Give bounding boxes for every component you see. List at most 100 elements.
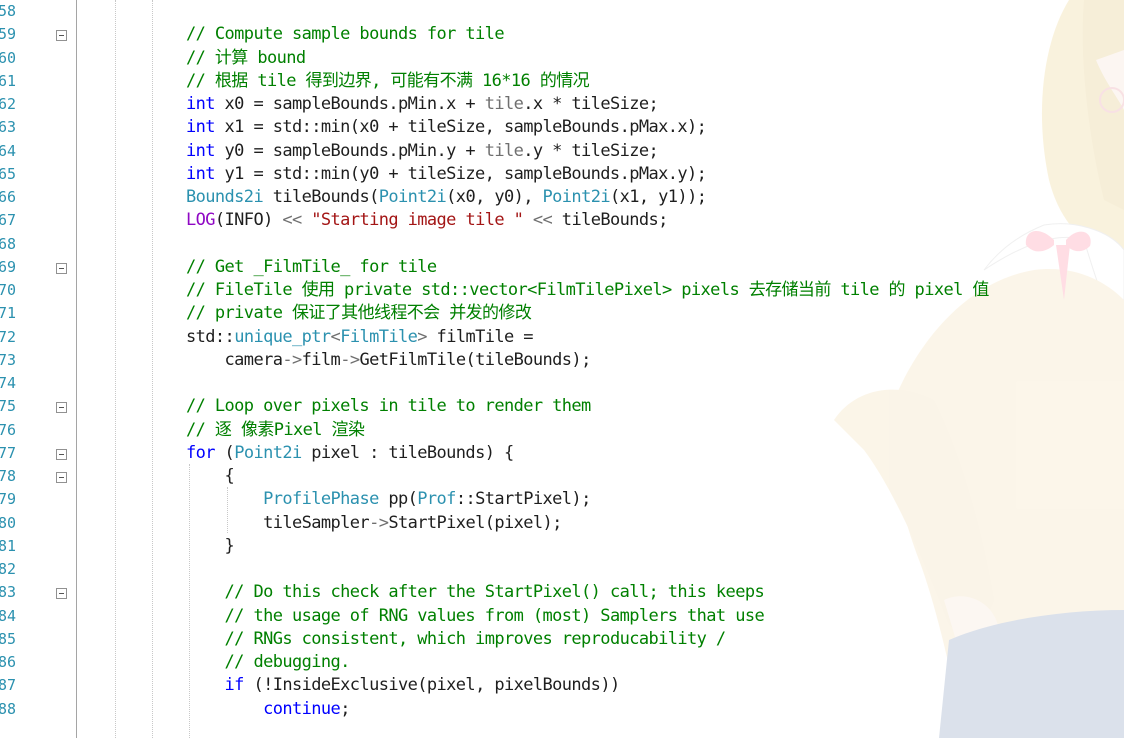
code-token: ; bbox=[340, 698, 350, 719]
code-token: Prof bbox=[417, 489, 456, 510]
code-token: -> bbox=[369, 512, 389, 533]
line-number: 72 bbox=[0, 327, 17, 346]
code-token: (x0, y0), bbox=[446, 187, 543, 207]
code-line[interactable]: std::unique_ptr<FilmTile> filmTile = bbox=[186, 326, 534, 349]
line-number: 66 bbox=[0, 188, 17, 206]
line-number: 65 bbox=[0, 164, 17, 183]
code-token: < bbox=[330, 326, 341, 347]
line-number: 81 bbox=[0, 536, 17, 555]
code-line[interactable]: camera->film->GetFilmTile(tileBounds); bbox=[186, 349, 592, 372]
collapse-icon[interactable] bbox=[56, 448, 67, 460]
code-line[interactable]: { bbox=[186, 465, 235, 488]
code-token: // Get _FilmTile_ for tile bbox=[186, 256, 437, 277]
line-number: 77 bbox=[0, 443, 17, 462]
collapse-icon[interactable] bbox=[56, 30, 67, 42]
line-number: 86 bbox=[0, 653, 17, 671]
code-line[interactable]: // RNGs consistent, which improves repro… bbox=[186, 628, 727, 651]
line-number: 62 bbox=[0, 95, 17, 113]
line-number: 84 bbox=[0, 606, 17, 625]
code-token: int bbox=[186, 140, 216, 161]
code-line[interactable]: // Do this check after the StartPixel() … bbox=[186, 581, 765, 604]
code-token: << bbox=[532, 210, 553, 231]
gutter-divider bbox=[76, 0, 77, 738]
code-line[interactable]: if (!InsideExclusive(pixel, pixelBounds)… bbox=[186, 674, 621, 697]
code-line[interactable]: continue; bbox=[186, 698, 350, 721]
line-number: 83 bbox=[0, 583, 17, 602]
collapse-icon[interactable] bbox=[56, 402, 67, 414]
code-token: std:: bbox=[186, 326, 235, 347]
code-token: // Compute sample bounds for tile bbox=[186, 24, 505, 45]
code-token: StartPixel(pixel); bbox=[388, 512, 562, 533]
code-line[interactable]: int x0 = sampleBounds.pMin.x + tile.x * … bbox=[186, 93, 659, 116]
line-number: 67 bbox=[0, 211, 17, 230]
code-editor[interactable]: 58 59 60 61 62 63 64 65 66 67 68 69 70 71 72 73 74 75 76 77… bbox=[0, 0, 1124, 738]
code-token: continue bbox=[263, 698, 341, 719]
line-number: 75 bbox=[0, 397, 17, 416]
code-line[interactable]: LOG(INFO) << "Starting image tile " << t… bbox=[186, 209, 668, 232]
code-line[interactable]: // Loop over pixels in tile to render th… bbox=[186, 395, 591, 418]
code-line[interactable]: // debugging. bbox=[186, 651, 351, 674]
code-token: tileBounds; bbox=[552, 210, 669, 231]
code-line[interactable]: int y0 = sampleBounds.pMin.y + tile.y * … bbox=[186, 140, 659, 163]
code-token: Point2i bbox=[542, 187, 611, 207]
code-token: > bbox=[417, 326, 427, 347]
code-line[interactable]: // Compute sample bounds for tile bbox=[186, 23, 505, 46]
line-number: 59 bbox=[0, 25, 17, 44]
code-token: tile bbox=[484, 140, 524, 161]
code-token: // 根据 tile 得到边界, 可能有不满 16*16 的情况 bbox=[186, 70, 590, 91]
code-token: // private 保证了其他线程不会 并发的修改 bbox=[186, 303, 532, 324]
line-number: 70 bbox=[0, 281, 17, 299]
code-line[interactable]: } bbox=[186, 535, 235, 558]
code-token: // 逐 像素Pixel 渲染 bbox=[186, 419, 365, 440]
code-line[interactable]: for (Point2i pixel : tileBounds) { bbox=[186, 442, 514, 465]
line-number: 68 bbox=[0, 234, 17, 253]
code-token: Point2i bbox=[378, 187, 447, 207]
line-number: 69 bbox=[0, 257, 17, 276]
code-token: << bbox=[282, 210, 302, 231]
code-token: unique_ptr bbox=[234, 326, 331, 347]
code-token: FilmTile bbox=[340, 326, 418, 347]
line-number: 87 bbox=[0, 676, 17, 695]
collapse-icon[interactable] bbox=[56, 472, 67, 483]
code-token: int bbox=[186, 94, 216, 114]
line-number: 85 bbox=[0, 629, 17, 648]
code-token: (INFO) bbox=[214, 210, 283, 231]
code-token: // debugging. bbox=[224, 652, 351, 672]
code-line[interactable]: // 逐 像素Pixel 渲染 bbox=[186, 419, 365, 442]
code-line[interactable]: // 根据 tile 得到边界, 可能有不满 16*16 的情况 bbox=[186, 70, 590, 93]
code-line[interactable]: // the usage of RNG values from (most) S… bbox=[186, 605, 765, 628]
code-token: int bbox=[186, 163, 216, 184]
collapse-icon[interactable] bbox=[56, 262, 67, 274]
collapse-icon[interactable] bbox=[56, 588, 67, 600]
code-line[interactable]: // 计算 bound bbox=[186, 47, 306, 70]
code-token: } bbox=[186, 535, 235, 556]
code-token: y1 = std::min(y0 + tileSize, sampleBound… bbox=[214, 163, 707, 184]
code-token: -> bbox=[340, 349, 360, 370]
code-line[interactable]: ProfilePhase pp(Prof::StartPixel); bbox=[186, 488, 591, 511]
code-token: // the usage of RNG values from (most) S… bbox=[224, 605, 765, 626]
code-line[interactable]: Bounds2i tileBounds(Point2i(x0, y0), Poi… bbox=[186, 186, 707, 209]
indent-guide bbox=[115, 0, 116, 738]
background-character-image bbox=[834, 0, 1124, 738]
line-number: 79 bbox=[0, 490, 17, 509]
code-token: for bbox=[186, 442, 216, 463]
code-line[interactable]: int y1 = std::min(y0 + tileSize, sampleB… bbox=[186, 163, 707, 186]
code-line[interactable]: tileSampler->StartPixel(pixel); bbox=[186, 512, 562, 535]
code-line[interactable]: // FileTile 使用 private std::vector<FilmT… bbox=[186, 279, 989, 302]
line-number: 73 bbox=[0, 350, 17, 369]
line-number: 64 bbox=[0, 141, 17, 160]
code-line[interactable]: // Get _FilmTile_ for tile bbox=[186, 256, 437, 279]
code-token: ::StartPixel); bbox=[455, 489, 591, 510]
line-number-gutter: 58 59 60 61 62 63 64 65 66 67 68 69 70 71 72 73 74 75 76 77… bbox=[0, 0, 20, 738]
line-number: 76 bbox=[0, 420, 17, 439]
code-line[interactable]: int x1 = std::min(x0 + tileSize, sampleB… bbox=[186, 116, 707, 139]
line-number: 80 bbox=[0, 513, 17, 532]
code-line[interactable]: // private 保证了其他线程不会 并发的修改 bbox=[186, 302, 532, 325]
code-token: y0 = sampleBounds.pMin.y + bbox=[214, 140, 485, 161]
code-token: // RNGs consistent, which improves repro… bbox=[224, 628, 727, 649]
